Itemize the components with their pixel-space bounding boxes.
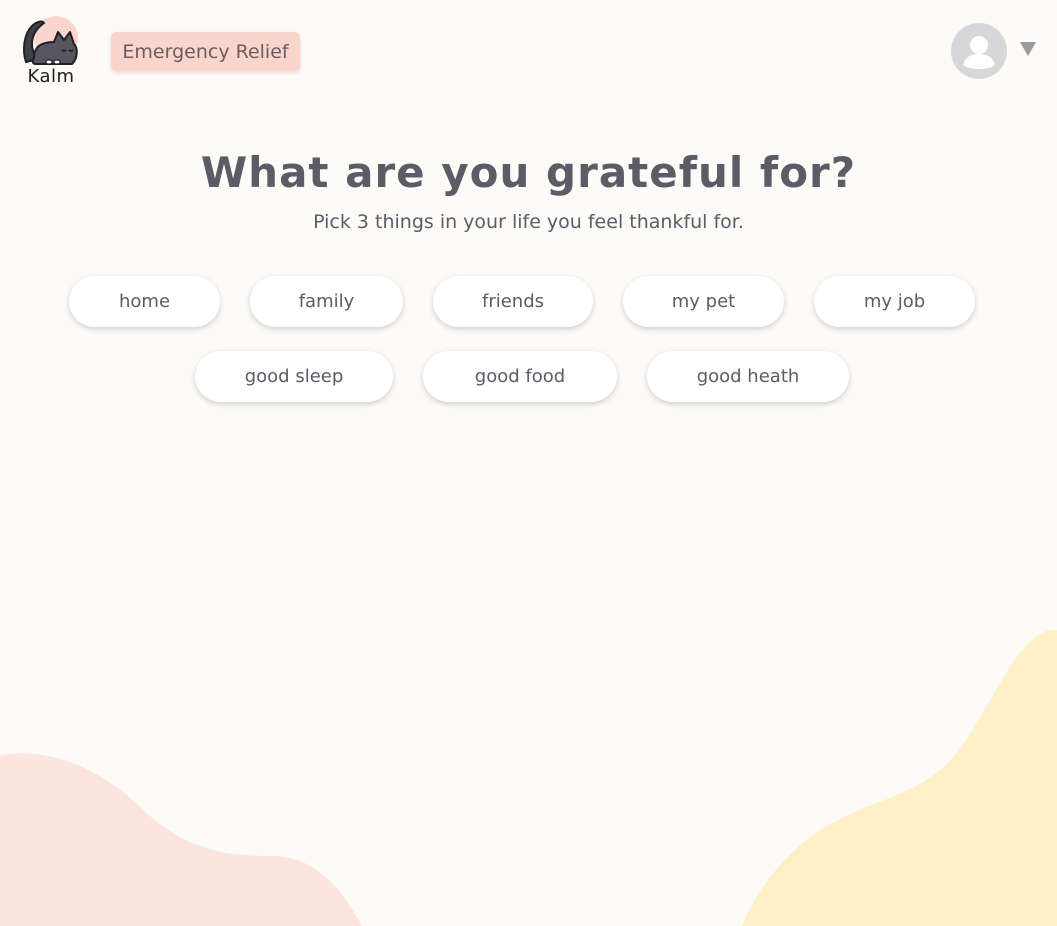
user-avatar-icon: [963, 36, 995, 69]
emergency-relief-button[interactable]: Emergency Relief: [111, 32, 300, 71]
decorative-blob-yellow: [742, 629, 1057, 926]
logo-text: Kalm: [27, 66, 75, 87]
page-subtitle: Pick 3 things in your life you feel than…: [313, 211, 744, 233]
option-chip-friends[interactable]: friends: [433, 276, 593, 327]
decorative-blob-pink: [0, 753, 362, 926]
cat-logo-icon: [23, 16, 78, 65]
top-header: Kalm Emergency Relief: [0, 0, 1057, 110]
option-chip-good-heath[interactable]: good heath: [647, 351, 849, 402]
option-chip-home[interactable]: home: [69, 276, 220, 327]
caret-down-icon[interactable]: [1019, 41, 1037, 57]
kalm-logo[interactable]: Kalm: [20, 14, 82, 88]
option-chip-family[interactable]: family: [250, 276, 403, 327]
option-chip-good-food[interactable]: good food: [423, 351, 617, 402]
option-chip-my-pet[interactable]: my pet: [623, 276, 784, 327]
user-avatar[interactable]: [951, 23, 1007, 79]
option-chip-good-sleep[interactable]: good sleep: [195, 351, 393, 402]
option-chip-my-job[interactable]: my job: [814, 276, 975, 327]
page-title: What are you grateful for?: [200, 148, 857, 197]
